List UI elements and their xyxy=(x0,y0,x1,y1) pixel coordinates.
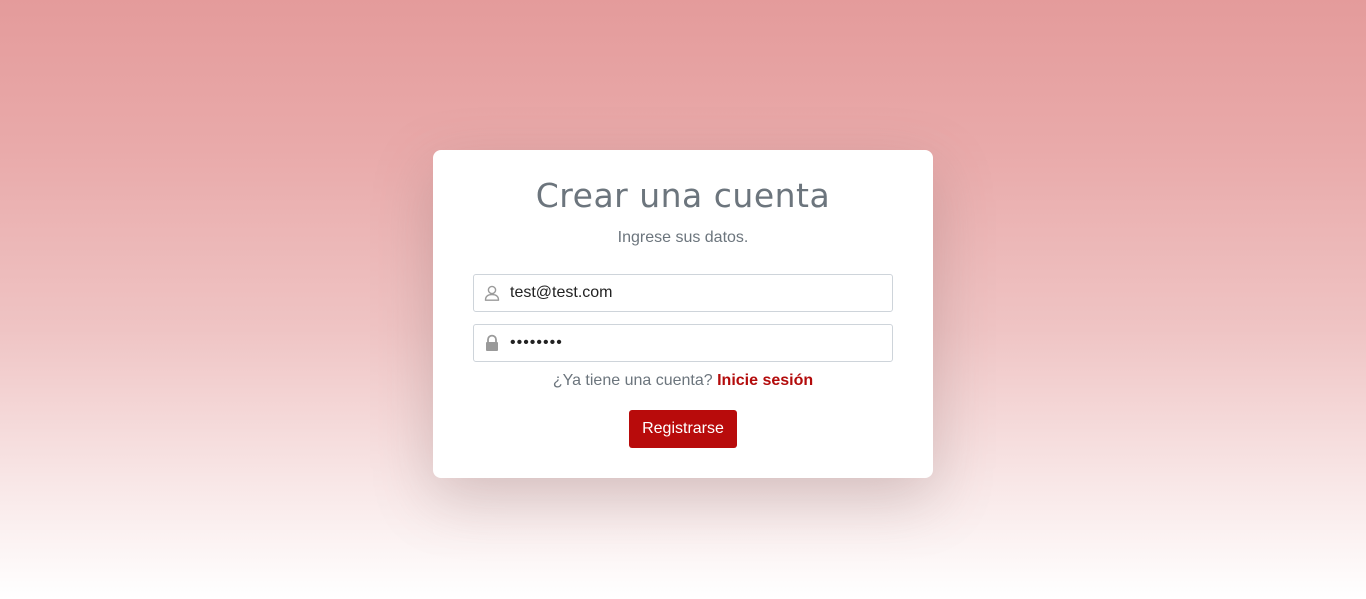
password-input[interactable] xyxy=(510,326,892,360)
register-card: Crear una cuenta Ingrese sus datos. ¿Ya … xyxy=(433,150,933,478)
email-input[interactable] xyxy=(510,276,892,310)
login-prompt-text: ¿Ya tiene una cuenta? xyxy=(552,372,713,389)
register-button[interactable]: Registrarse xyxy=(629,410,737,448)
login-prompt: ¿Ya tiene una cuenta? Inicie sesión xyxy=(433,372,933,390)
page-subtitle: Ingrese sus datos. xyxy=(617,229,749,246)
user-icon xyxy=(474,275,510,311)
login-link[interactable]: Inicie sesión xyxy=(717,372,813,389)
lock-icon xyxy=(474,325,510,361)
password-field[interactable] xyxy=(473,324,893,362)
email-field[interactable] xyxy=(473,274,893,312)
page-title: Crear una cuenta xyxy=(535,176,831,215)
